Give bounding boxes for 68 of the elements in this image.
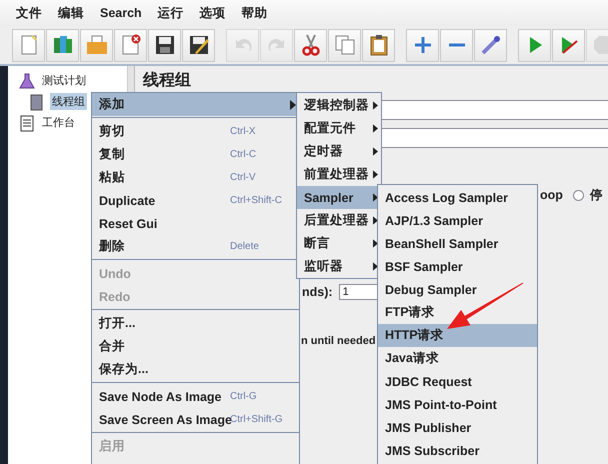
toolbar-button[interactable] [362, 28, 395, 62]
input-field[interactable] [382, 100, 608, 120]
menu-item[interactable]: 帮助 [234, 4, 276, 22]
menu-item[interactable]: 监听器 [297, 255, 381, 278]
menu-item[interactable]: 剪切 Ctrl-X [92, 120, 299, 143]
menu-item[interactable]: Search [92, 6, 150, 20]
menu-item[interactable]: JMS Publisher [378, 416, 537, 439]
menu-item[interactable]: Save Screen As ImageCtrl+Shift-G [92, 408, 299, 431]
menu-item[interactable]: 断言 [297, 232, 381, 255]
panel-title: 线程组 [143, 70, 192, 91]
submenu-arrow-icon [373, 216, 378, 225]
submenu-arrow-icon [373, 239, 378, 248]
menu-item[interactable]: 编辑 [50, 4, 92, 22]
menu-item[interactable]: Access Log Sampler [378, 186, 537, 209]
copy-icon [332, 33, 356, 57]
menu-item[interactable]: Duplicate Ctrl+Shift-C [92, 189, 299, 212]
flask-icon [18, 72, 36, 90]
field-label: nds): [302, 285, 333, 299]
option-label: n until needed [301, 335, 376, 347]
submenu-arrow-icon [373, 124, 378, 133]
menu-item[interactable]: 粘贴 Ctrl-V [92, 166, 299, 189]
submenu-arrow-icon [373, 170, 378, 179]
menu-item[interactable]: 文件 [8, 4, 50, 22]
input-field[interactable]: 1 [338, 284, 380, 300]
tree-item[interactable]: 测试计划 [40, 72, 88, 89]
menu-item[interactable]: BeanShell Sampler [378, 232, 537, 255]
menu-item[interactable]: 删除 Delete [92, 235, 299, 258]
menu-item[interactable]: 运行 [150, 4, 192, 22]
menu-item[interactable]: 定时器 [297, 140, 381, 163]
tree-item[interactable]: 线程组 [50, 93, 87, 110]
menu-item[interactable]: 逻辑控制器 [297, 94, 381, 117]
toolbar-button[interactable] [474, 28, 507, 62]
option-label: 停 [590, 186, 603, 204]
menu-item[interactable]: JDBC Request [378, 370, 537, 393]
input-field[interactable] [382, 128, 608, 148]
menu-item[interactable]: 选项 [192, 4, 234, 22]
menu-item[interactable]: 保存为... [92, 358, 299, 381]
menu-item[interactable]: Java请求 [378, 347, 537, 370]
toolbar-button[interactable] [148, 28, 181, 62]
submenu-arrow-icon [373, 193, 378, 202]
menu-item[interactable]: 添加 [92, 93, 299, 116]
toolbar-button[interactable] [294, 28, 327, 62]
option-label: oop [540, 188, 563, 202]
menu-item[interactable]: JMS Subscriber [378, 439, 537, 462]
menu-item[interactable]: AJP/1.3 Sampler [378, 209, 537, 232]
toolbar-button[interactable] [182, 28, 215, 62]
notepad-icon [18, 114, 36, 132]
submenu-arrow-icon [373, 147, 378, 156]
menu-item[interactable]: Save Node As Image Ctrl-G [92, 385, 299, 408]
tree-item[interactable]: 工作台 [40, 114, 77, 131]
menu-item[interactable]: 配置元件 [297, 117, 381, 140]
menu-item[interactable]: 前置处理器 [297, 163, 381, 186]
menu-item[interactable]: JMS Point-to-Point [378, 393, 537, 416]
toolbar-button[interactable] [114, 28, 147, 62]
menu-item[interactable]: FTP请求 [378, 301, 537, 324]
folder-icon [84, 33, 108, 57]
menu-item[interactable]: BSF Sampler [378, 255, 537, 278]
toolbar-button[interactable] [552, 28, 585, 62]
menu-item[interactable]: 后置处理器 [297, 209, 381, 232]
submenu-arrow-icon [373, 262, 378, 271]
menu-item[interactable]: Debug Sampler [378, 278, 537, 301]
submenu-arrow-icon [373, 101, 378, 110]
menu-item[interactable]: Reset Gui [92, 212, 299, 235]
radio-button[interactable] [572, 190, 584, 200]
menu-item[interactable]: HTTP请求 [378, 324, 537, 347]
menu-item[interactable]: 打开... [92, 312, 299, 335]
menu-item[interactable]: 合并 [92, 335, 299, 358]
menu-item[interactable]: 复制 Ctrl-C [92, 143, 299, 166]
